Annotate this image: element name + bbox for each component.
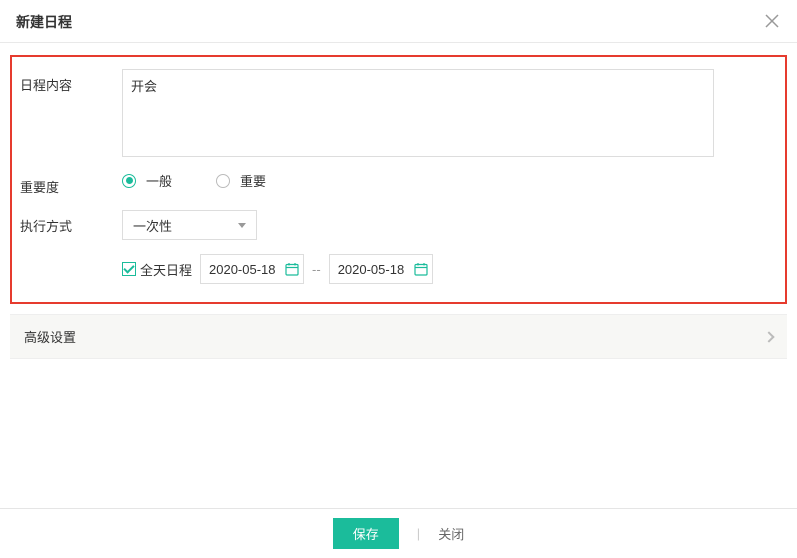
date-separator: -- (312, 262, 321, 277)
dialog-title: 新建日程 (16, 12, 72, 32)
row-importance: 重要度 一般 重要 (20, 171, 777, 196)
advanced-label: 高级设置 (24, 327, 76, 346)
date-end-field[interactable] (338, 262, 408, 277)
radio-label-important: 重要 (240, 171, 266, 190)
row-execution: 执行方式 一次性 (20, 210, 777, 240)
radio-icon (122, 174, 136, 188)
advanced-settings-row[interactable]: 高级设置 (10, 314, 787, 359)
footer-separator: | (417, 526, 420, 541)
label-importance: 重要度 (20, 171, 122, 196)
radio-importance-important[interactable]: 重要 (216, 171, 266, 190)
chevron-right-icon (763, 331, 774, 342)
dialog-footer: 保存 | 关闭 (0, 508, 797, 558)
close-icon[interactable] (763, 12, 781, 32)
close-button[interactable]: 关闭 (438, 524, 464, 543)
date-start-field[interactable] (209, 262, 279, 277)
all-day-checkbox[interactable]: 全天日程 (122, 260, 192, 279)
date-end-input[interactable] (329, 254, 433, 284)
label-spacer (20, 254, 122, 260)
row-date: 全天日程 -- (20, 254, 777, 284)
checkbox-icon (122, 262, 136, 276)
all-day-label: 全天日程 (140, 260, 192, 279)
row-content: 日程内容 (20, 69, 777, 157)
importance-radio-group: 一般 重要 (122, 171, 266, 190)
radio-icon (216, 174, 230, 188)
calendar-icon (285, 262, 299, 276)
radio-importance-normal[interactable]: 一般 (122, 171, 172, 190)
select-value: 一次性 (133, 216, 172, 235)
label-content: 日程内容 (20, 69, 122, 94)
save-button[interactable]: 保存 (333, 518, 399, 549)
calendar-icon (414, 262, 428, 276)
date-start-input[interactable] (200, 254, 304, 284)
schedule-content-textarea[interactable] (122, 69, 714, 157)
main-form-section: 日程内容 重要度 一般 重要 执行 (10, 55, 787, 304)
chevron-down-icon (238, 223, 246, 228)
execution-mode-select[interactable]: 一次性 (122, 210, 257, 240)
label-execution: 执行方式 (20, 210, 122, 235)
dialog-header: 新建日程 (0, 0, 797, 43)
dialog-body: 日程内容 重要度 一般 重要 执行 (0, 43, 797, 375)
radio-label-normal: 一般 (146, 171, 172, 190)
